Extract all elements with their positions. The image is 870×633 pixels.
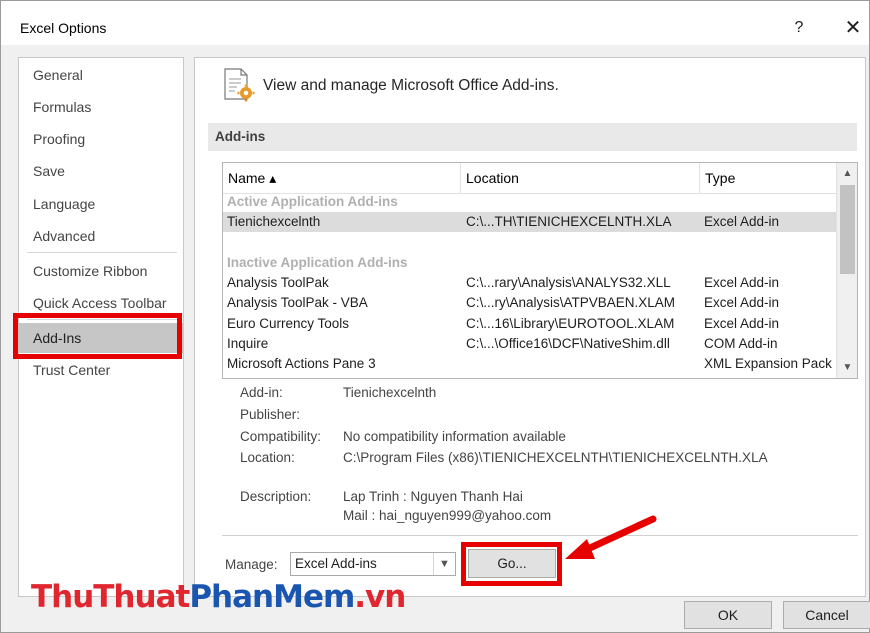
cell-location: C:\...rary\Analysis\ANALYS32.XLL <box>466 275 671 290</box>
column-header-type[interactable]: Type <box>700 163 836 193</box>
addin-label: Add-in: <box>240 385 283 400</box>
watermark-part-2: PhanMem <box>189 579 355 615</box>
description-line-2: Mail : hai_nguyen999@yahoo.com <box>343 508 552 523</box>
ok-button[interactable]: OK <box>684 601 772 629</box>
watermark-logo: ThuThuatPhanMem.vn <box>31 579 406 615</box>
excel-options-dialog: Excel Options ? ✕ General Formulas Proof… <box>0 0 870 633</box>
manage-dropdown-value: Excel Add-ins <box>295 556 377 571</box>
scrollbar-thumb[interactable] <box>840 185 855 274</box>
highlight-box-go <box>461 542 562 586</box>
cell-location: C:\...16\Library\EUROTOOL.XLAM <box>466 316 675 331</box>
cell-name: Tienichexcelnth <box>227 214 321 229</box>
cell-type: Excel Add-in <box>704 275 780 290</box>
sidebar-item-formulas[interactable]: Formulas <box>19 92 183 122</box>
cell-type: Excel Add-in <box>704 316 780 331</box>
sidebar-item-trust-center[interactable]: Trust Center <box>19 355 183 385</box>
cell-location: C:\...TH\TIENICHEXCELNTH.XLA <box>466 214 672 229</box>
compatibility-value: No compatibility information available <box>343 429 566 444</box>
list-scrollbar[interactable]: ▲ ▼ <box>836 163 857 378</box>
addin-value: Tienichexcelnth <box>343 385 437 400</box>
column-header-location[interactable]: Location <box>461 163 700 193</box>
title-bar: Excel Options ? ✕ <box>1 1 869 45</box>
red-arrow-icon <box>565 515 657 559</box>
cell-name: Analysis ToolPak <box>227 275 329 290</box>
location-label: Location: <box>240 450 295 465</box>
location-value: C:\Program Files (x86)\TIENICHEXCELNTH\T… <box>343 450 768 465</box>
cell-name: Inquire <box>227 336 269 351</box>
close-icon[interactable]: ✕ <box>842 16 864 40</box>
help-icon[interactable]: ? <box>788 17 810 39</box>
table-row[interactable]: Analysis ToolPak - VBA C:\...ry\Analysis… <box>223 293 836 313</box>
page-heading: View and manage Microsoft Office Add-ins… <box>263 77 559 94</box>
watermark-part-3: .vn <box>354 579 406 615</box>
cell-name: Microsoft Actions Pane 3 <box>227 356 376 371</box>
publisher-label: Publisher: <box>240 407 301 422</box>
sidebar-item-advanced[interactable]: Advanced <box>19 221 183 251</box>
compatibility-label: Compatibility: <box>240 429 322 444</box>
scroll-down-icon[interactable]: ▼ <box>837 359 857 377</box>
manage-divider <box>222 535 858 536</box>
cell-location: C:\...\Office16\DCF\NativeShim.dll <box>466 336 670 351</box>
manage-label: Manage: <box>225 557 278 572</box>
cancel-button[interactable]: Cancel <box>783 601 870 629</box>
cell-type: COM Add-in <box>704 336 778 351</box>
add-ins-list[interactable]: Name ▴ Location Type Active Application … <box>222 162 858 379</box>
cell-type: Excel Add-in <box>704 214 780 229</box>
highlight-box-add-ins <box>13 313 182 359</box>
table-row[interactable]: Euro Currency Tools C:\...16\Library\EUR… <box>223 314 836 334</box>
scroll-up-icon[interactable]: ▲ <box>837 165 857 183</box>
cell-location: C:\...ry\Analysis\ATPVBAEN.XLAM <box>466 295 676 310</box>
table-row[interactable]: Analysis ToolPak C:\...rary\Analysis\ANA… <box>223 273 836 293</box>
cell-type: Excel Add-in <box>704 295 780 310</box>
table-row[interactable]: Tienichexcelnth C:\...TH\TIENICHEXCELNTH… <box>223 212 836 232</box>
table-row[interactable]: Microsoft Actions Pane 3 XML Expansion P… <box>223 354 836 374</box>
sidebar-item-language[interactable]: Language <box>19 189 183 219</box>
group-header-active: Active Application Add-ins <box>227 194 398 209</box>
description-label: Description: <box>240 489 312 504</box>
dialog-title: Excel Options <box>20 20 107 36</box>
section-title-add-ins: Add-ins <box>208 123 857 151</box>
cell-type: XML Expansion Pack <box>704 356 832 371</box>
addins-document-gear-icon <box>224 68 255 102</box>
manage-dropdown[interactable]: Excel Add-ins ▼ <box>290 552 456 576</box>
chevron-down-icon[interactable]: ▼ <box>433 553 455 575</box>
sidebar-divider <box>27 252 177 253</box>
column-header-name[interactable]: Name ▴ <box>223 163 461 193</box>
sidebar-item-general[interactable]: General <box>19 60 183 90</box>
cell-name: Euro Currency Tools <box>227 316 350 331</box>
sidebar-item-save[interactable]: Save <box>19 156 183 186</box>
cell-name: Analysis ToolPak - VBA <box>227 295 368 310</box>
sidebar-item-proofing[interactable]: Proofing <box>19 124 183 154</box>
description-line-1: Lap Trinh : Nguyen Thanh Hai <box>343 489 523 504</box>
table-row[interactable]: Inquire C:\...\Office16\DCF\NativeShim.d… <box>223 334 836 354</box>
watermark-part-1: ThuThuat <box>31 579 190 615</box>
group-header-inactive: Inactive Application Add-ins <box>227 255 408 270</box>
sidebar-item-customize-ribbon[interactable]: Customize Ribbon <box>19 256 183 286</box>
